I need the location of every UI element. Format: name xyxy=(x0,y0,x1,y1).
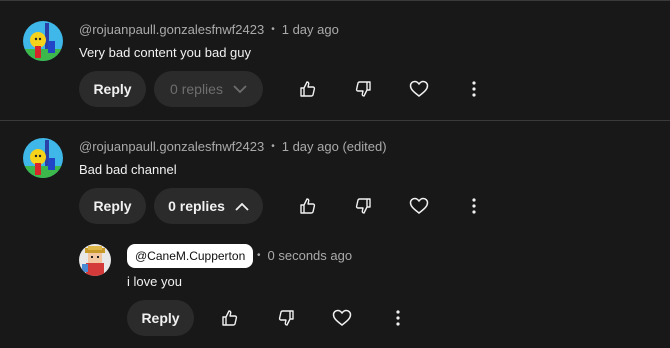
dislike-icon xyxy=(355,81,371,97)
reply-button[interactable]: Reply xyxy=(79,71,146,107)
dislike-icon xyxy=(278,310,294,326)
author-name[interactable]: @rojuanpaull.gonzalesfnwf2423 xyxy=(79,139,264,154)
dislike-button[interactable] xyxy=(345,188,381,224)
reply-button[interactable]: Reply xyxy=(79,188,146,224)
replies-label: 0 replies xyxy=(170,81,223,97)
dislike-button[interactable] xyxy=(345,71,381,107)
more-options-button[interactable] xyxy=(456,71,492,107)
dislike-icon xyxy=(355,198,371,214)
more-vert-icon xyxy=(472,198,476,214)
like-icon xyxy=(222,310,238,326)
avatar[interactable] xyxy=(23,138,63,178)
heart-icon xyxy=(409,197,429,214)
heart-icon xyxy=(409,80,429,97)
replies-label: 0 replies xyxy=(168,198,225,214)
chevron-up-icon xyxy=(235,202,249,211)
separator: • xyxy=(257,249,261,261)
more-vert-icon xyxy=(396,310,400,326)
timestamp[interactable]: 1 day ago xyxy=(282,22,339,37)
comment-text: Bad bad channel xyxy=(79,162,177,177)
more-options-button[interactable] xyxy=(380,300,416,336)
replies-toggle-button[interactable]: 0 replies xyxy=(154,188,263,224)
timestamp[interactable]: 1 day ago (edited) xyxy=(282,139,387,154)
heart-button[interactable] xyxy=(401,71,437,107)
like-button[interactable] xyxy=(290,71,326,107)
timestamp[interactable]: 0 seconds ago xyxy=(268,248,353,263)
reply-avatar[interactable] xyxy=(79,244,111,276)
chevron-down-icon xyxy=(233,84,247,94)
more-options-button[interactable] xyxy=(456,188,492,224)
heart-button[interactable] xyxy=(324,300,360,336)
heart-icon xyxy=(332,309,352,326)
comment-meta: @rojuanpaull.gonzalesfnwf2423 • 1 day ag… xyxy=(79,137,387,155)
reply-button[interactable]: Reply xyxy=(127,300,194,336)
author-name[interactable]: @rojuanpaull.gonzalesfnwf2423 xyxy=(79,22,264,37)
comment-text: Very bad content you bad guy xyxy=(79,45,252,60)
separator: • xyxy=(271,23,275,35)
comment-meta: @rojuanpaull.gonzalesfnwf2423 • 1 day ag… xyxy=(79,20,339,38)
like-button[interactable] xyxy=(212,300,248,336)
comment-divider xyxy=(0,120,670,121)
reply-meta: • 0 seconds ago xyxy=(257,246,352,264)
avatar[interactable] xyxy=(23,21,63,61)
more-vert-icon xyxy=(472,81,476,97)
like-icon xyxy=(300,198,316,214)
replies-toggle-button[interactable]: 0 replies xyxy=(154,71,263,107)
dislike-button[interactable] xyxy=(268,300,304,336)
reply-text: i love you xyxy=(127,274,182,289)
like-icon xyxy=(300,81,316,97)
heart-button[interactable] xyxy=(401,188,437,224)
like-button[interactable] xyxy=(290,188,326,224)
separator: • xyxy=(271,140,275,152)
comments-section: @rojuanpaull.gonzalesfnwf2423 • 1 day ag… xyxy=(0,0,670,348)
top-divider xyxy=(0,0,670,1)
author-mention-badge[interactable]: @CaneM.Cupperton xyxy=(127,244,254,268)
